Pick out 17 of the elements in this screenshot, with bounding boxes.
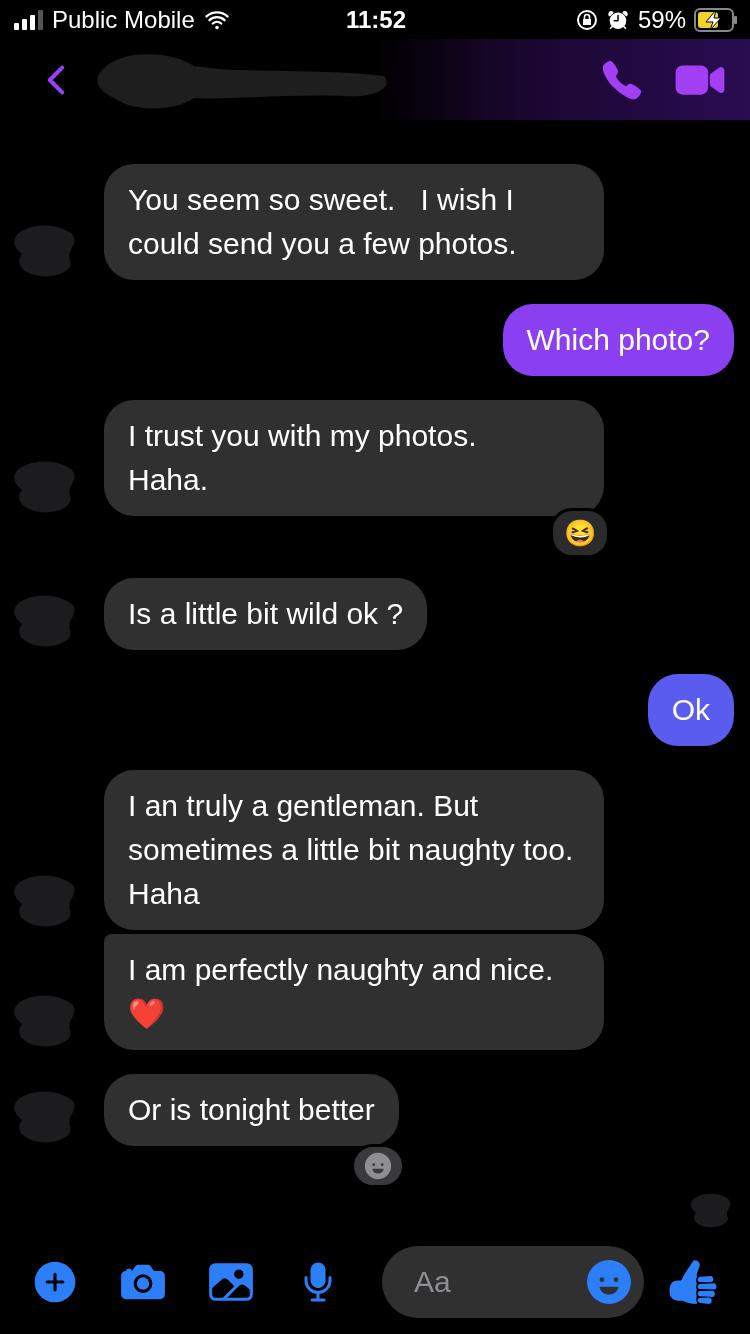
message-bubble: Is a little bit wild ok ? bbox=[104, 578, 428, 650]
carrier-name: Public Mobile bbox=[52, 5, 195, 34]
emoji-button[interactable] bbox=[584, 1257, 634, 1307]
message-field[interactable]: Aa bbox=[382, 1246, 644, 1318]
clock-time: 11:52 bbox=[345, 5, 407, 34]
reaction-emoji: 😆 bbox=[550, 508, 610, 558]
message-bubble: Ok bbox=[647, 674, 734, 746]
signal-icon bbox=[14, 9, 44, 30]
like-button[interactable] bbox=[668, 1257, 718, 1307]
message-bubble: I am perfectly naughty and nice. ❤ bbox=[104, 934, 604, 1050]
smiley-plus-icon bbox=[362, 1151, 393, 1181]
battery-percent: 59% bbox=[637, 5, 686, 34]
rotation-lock-icon bbox=[575, 8, 598, 31]
message-bubble: You seem so sweet. I wish I could send you a few photos. bbox=[104, 164, 604, 280]
message-bubble: Which photo? bbox=[502, 304, 734, 376]
message-bubble: I an truly a gentleman. But sometimes a little bit naughty too. Haha bbox=[104, 770, 604, 930]
message-input[interactable]: Aa bbox=[412, 1264, 584, 1300]
